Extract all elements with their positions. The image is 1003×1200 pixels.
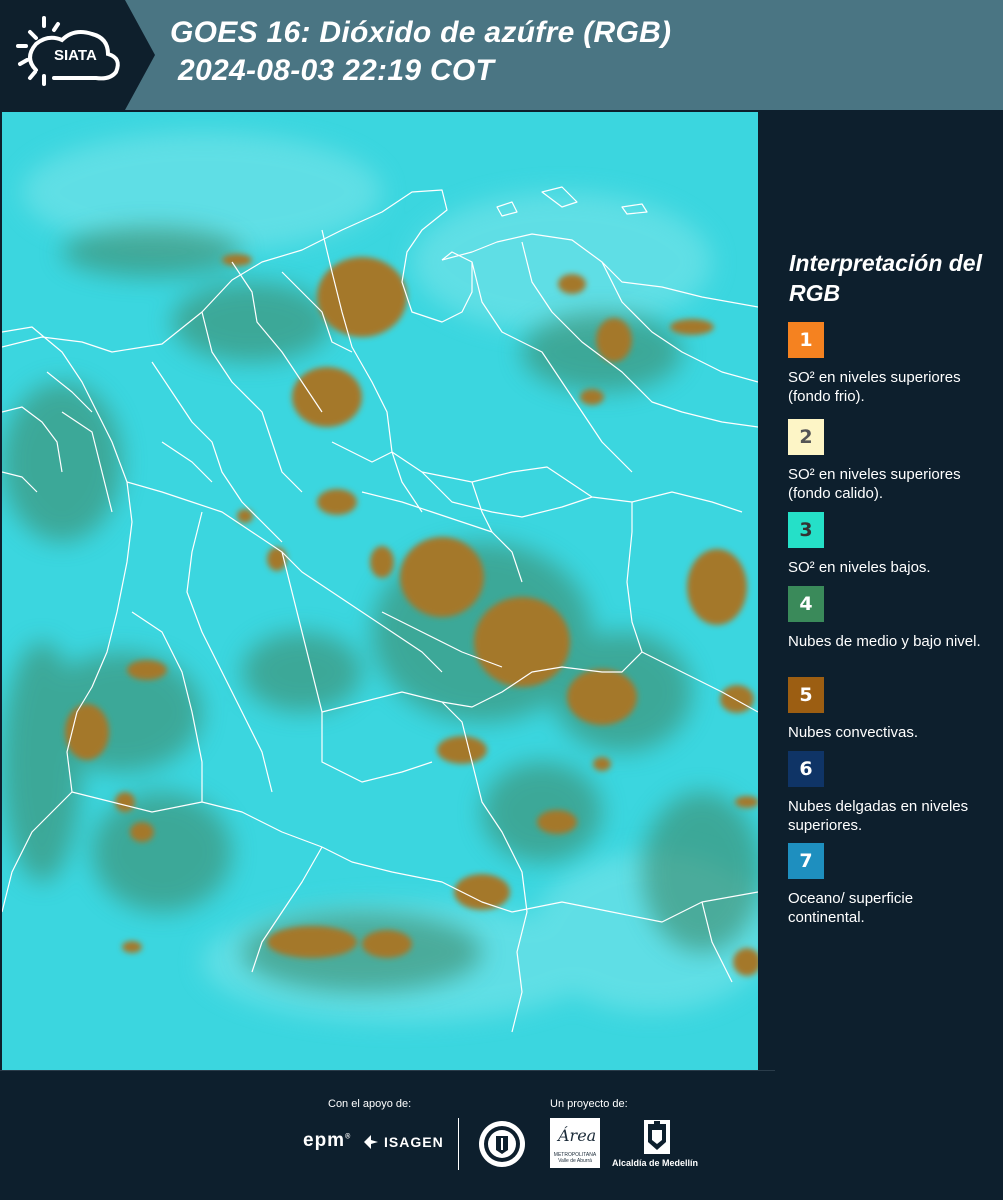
- isagen-mark-icon: [364, 1135, 378, 1149]
- epm-logo[interactable]: epm®: [303, 1130, 351, 1152]
- legend-item-4: 4 Nubes de medio y bajo nivel.: [788, 586, 988, 651]
- legend-swatch-2: 2: [788, 419, 824, 455]
- alcaldia-logo[interactable]: [642, 1118, 672, 1161]
- legend-swatch-1: 1: [788, 322, 824, 358]
- legend-item-2: 2 SO² en niveles superiores (fondo calid…: [788, 419, 988, 503]
- legend-label-4: Nubes de medio y bajo nivel.: [788, 633, 981, 650]
- legend-swatch-3: 3: [788, 512, 824, 548]
- legend-title: Interpretación del RGB: [789, 250, 982, 306]
- page-title: GOES 16: Dióxido de azúfre (RGB) 2024-08…: [170, 14, 671, 90]
- satellite-map[interactable]: [2, 112, 758, 1070]
- legend-label-1: SO² en niveles superiores (fondo frio).: [788, 369, 961, 405]
- alcaldia-label: Alcaldía de Medellín: [612, 1158, 699, 1168]
- area-metropolitana-logo[interactable]: Área METROPOLITANA Valle de Aburrá: [550, 1118, 600, 1168]
- legend-label-5: Nubes convectivas.: [788, 724, 919, 741]
- medellin-seal-logo[interactable]: [478, 1118, 526, 1175]
- legend-panel: Interpretación del RGB 1 SO² en niveles …: [760, 112, 1003, 1070]
- isagen-logo-text: ISAGEN: [384, 1134, 444, 1150]
- support-label: Con el apoyo de:: [328, 1098, 412, 1110]
- legend-swatch-4: 4: [788, 586, 824, 622]
- isagen-logo[interactable]: ISAGEN: [362, 1134, 444, 1150]
- sun-cloud-icon: SIATA: [16, 16, 120, 86]
- area-logo-text: Área: [558, 1126, 597, 1145]
- title-timestamp: 2024-08-03 22:19 COT: [178, 54, 495, 87]
- legend-swatch-6: 6: [788, 751, 824, 787]
- legend-label-6: Nubes delgadas en niveles superiores.: [788, 798, 969, 834]
- legend-label-7: Oceano/ superficie continental.: [788, 890, 914, 926]
- area-logo-subtext: METROPOLITANA Valle de Aburrá: [553, 1152, 597, 1164]
- footer-divider-line: [0, 1070, 775, 1071]
- epm-logo-text: epm: [303, 1130, 346, 1151]
- footer: Con el apoyo de: Un proyecto de: epm® IS…: [0, 1070, 1003, 1200]
- coat-of-arms-icon: [644, 1120, 670, 1154]
- legend-label-3: SO² en niveles bajos.: [788, 559, 931, 576]
- legend-item-1: 1 SO² en niveles superiores (fondo frio)…: [788, 322, 988, 406]
- legend-swatch-5: 5: [788, 677, 824, 713]
- footer-vertical-divider: [458, 1118, 459, 1170]
- legend-item-6: 6 Nubes delgadas en niveles superiores.: [788, 751, 988, 835]
- rgb-satellite-image: [2, 112, 758, 1070]
- legend-item-3: 3 SO² en niveles bajos.: [788, 512, 988, 577]
- header-bar: SIATA GOES 16: Dióxido de azúfre (RGB) 2…: [0, 0, 1003, 110]
- legend-item-5: 5 Nubes convectivas.: [788, 677, 988, 742]
- title-product: GOES 16: Dióxido de azúfre (RGB): [170, 16, 672, 49]
- legend-swatch-7: 7: [788, 843, 824, 879]
- legend-item-7: 7 Oceano/ superficie continental.: [788, 843, 988, 927]
- legend-label-2: SO² en niveles superiores (fondo calido)…: [788, 466, 961, 502]
- project-label: Un proyecto de:: [550, 1098, 628, 1110]
- seal-icon: [479, 1121, 525, 1167]
- siata-logo[interactable]: SIATA: [0, 0, 155, 110]
- svg-text:SIATA: SIATA: [54, 47, 97, 64]
